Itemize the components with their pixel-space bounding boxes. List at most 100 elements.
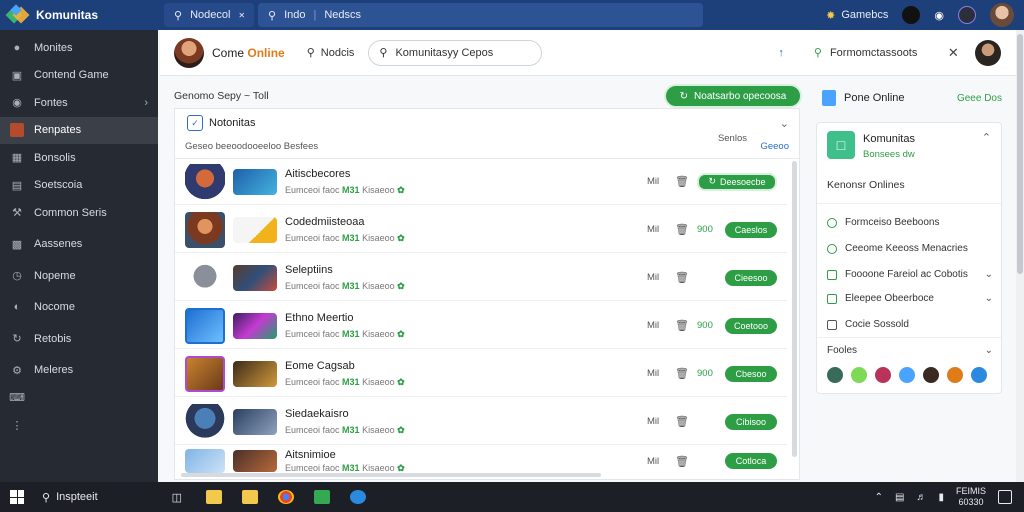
join-button[interactable]: Caeslos: [725, 221, 777, 238]
community-avatar[interactable]: [174, 37, 204, 68]
nodcis-link[interactable]: ⚲ Nodcis: [307, 46, 355, 60]
sidebar-apps[interactable]: ⋮: [0, 412, 158, 440]
clock[interactable]: FEIMIS 60330: [956, 486, 986, 508]
option-item[interactable]: Ceeome Keeoss Menacries: [827, 243, 993, 254]
new-post-button[interactable]: ↻ Noatsarbo opecoosa: [664, 84, 802, 108]
character-image: [185, 449, 225, 473]
chevron-up-icon[interactable]: ⌃: [875, 492, 883, 503]
close-icon[interactable]: ✕: [948, 45, 959, 61]
character-image: [185, 259, 225, 296]
avatar[interactable]: [851, 367, 867, 383]
sort-value[interactable]: Geeoo: [760, 141, 789, 152]
edit-button[interactable]: Mil: [647, 272, 675, 283]
edge-icon[interactable]: [350, 490, 367, 504]
notification-icon[interactable]: ◉: [934, 9, 944, 22]
join-button[interactable]: Cieesoo: [725, 269, 777, 286]
game-icon[interactable]: [902, 6, 921, 24]
brand[interactable]: Komunitas: [0, 0, 160, 30]
sidebar-item-common-seris[interactable]: ⚒ Common Seris: [0, 199, 158, 227]
join-button[interactable]: Coetooo: [725, 317, 777, 334]
list-scrollbar[interactable]: [792, 161, 797, 457]
taskbar: ⚲ Inspteeit ◫ ⌃ ▤ ♬ ▮ FEIMIS 60330: [0, 482, 1024, 512]
list-item[interactable]: Eome Cagsab Eumceoi faoc M31 Kisaeoo ✿ Mi…: [175, 351, 787, 397]
avatar[interactable]: [899, 367, 915, 383]
trash-icon[interactable]: 🗑: [675, 415, 697, 428]
list-item[interactable]: Seleptiins Eumceoi faoc M31 Kisaeoo ✿ Mil…: [175, 255, 787, 301]
avatar[interactable]: [947, 367, 963, 383]
list-item[interactable]: Aitiscbecores Eumceoi faoc M31 Kisaeoo ✿ …: [175, 159, 787, 205]
task-view-icon[interactable]: ◫: [172, 491, 182, 504]
filter-label[interactable]: Genomo Sepy ~ Toll: [174, 90, 269, 102]
folder-icon[interactable]: [242, 490, 259, 504]
option-item[interactable]: Cocie Sossold: [827, 319, 993, 330]
volume-icon[interactable]: ♬: [916, 492, 926, 503]
join-button[interactable]: Cibisoo: [725, 413, 777, 430]
option-item[interactable]: Eleepee Obeerboce ⌄: [827, 293, 993, 304]
sidebar-item-renpates[interactable]: Renpates: [0, 116, 158, 144]
taskbar-search[interactable]: ⚲ Inspteeit: [42, 491, 98, 504]
list-item[interactable]: Siedaekaisro Eumceoi faoc M31 Kisaeoo ✿ M…: [175, 399, 787, 445]
app-icon[interactable]: [314, 490, 331, 504]
chevron-up-icon[interactable]: ⌃: [982, 131, 991, 144]
sidebar-item-contend-game[interactable]: ▣ Contend Game: [0, 62, 158, 90]
edit-button[interactable]: Mil: [647, 320, 675, 331]
avatar[interactable]: [923, 367, 939, 383]
top-search-left[interactable]: ⚲ Nodecol ✕: [164, 3, 254, 27]
profile-avatar[interactable]: [974, 39, 1001, 66]
top-search-input[interactable]: Nedscs: [324, 9, 361, 21]
pin-icon[interactable]: ↑: [778, 47, 784, 59]
games-link[interactable]: ✸ Gamebcs: [826, 9, 888, 22]
close-icon[interactable]: ✕: [238, 11, 245, 20]
right-search[interactable]: ⚲ Formomctassoots: [814, 46, 944, 60]
see-all-link[interactable]: Geee Dos: [957, 93, 1002, 104]
trash-icon[interactable]: 🗑: [675, 319, 697, 332]
avatar[interactable]: [971, 367, 987, 383]
list-item[interactable]: Ethno Meertio Eumceoi faoc M31 Kisaeoo ✿ …: [175, 303, 787, 349]
star-icon[interactable]: [958, 6, 976, 24]
sidebar-item-soetscoia[interactable]: ▤ Soetscoia: [0, 172, 158, 200]
sidebar-item-retobis[interactable]: ↻ Retobis: [0, 325, 158, 353]
file-explorer-icon[interactable]: [206, 490, 223, 504]
windows-start-icon[interactable]: [10, 490, 24, 504]
trash-icon[interactable]: 🗑: [675, 223, 697, 236]
avatar[interactable]: [827, 367, 843, 383]
sidebar-item-meleres[interactable]: ⚙ Meleres: [0, 357, 158, 385]
join-button[interactable]: Cbesoo: [725, 365, 777, 382]
option-item[interactable]: Foooone Fareiol ac Cobotis ⌄: [827, 269, 993, 280]
avatar[interactable]: [875, 367, 891, 383]
battery-icon[interactable]: ▮: [938, 492, 944, 503]
horizontal-scrollbar[interactable]: [181, 473, 601, 477]
network-icon[interactable]: ▤: [895, 492, 904, 503]
user-avatar[interactable]: [990, 3, 1014, 27]
sidebar-item-fontes[interactable]: ◉ Fontes ›: [0, 89, 158, 117]
sidebar-item-aassenes[interactable]: ▩ Aassenes: [0, 231, 158, 259]
games-dropdown[interactable]: Fooles ⌄: [827, 345, 993, 356]
sidebar-item-nopeme[interactable]: ◷ Nopeme: [0, 262, 158, 290]
notification-center-icon[interactable]: [998, 490, 1012, 504]
sort-label[interactable]: Senlos: [718, 133, 747, 144]
window-scrollbar[interactable]: [1016, 30, 1024, 482]
option-item[interactable]: Formceiso Beeboons: [827, 217, 993, 228]
chevron-down-icon[interactable]: ⌄: [780, 117, 789, 130]
edit-button[interactable]: Mil: [647, 176, 675, 187]
edit-button[interactable]: Mil: [647, 368, 675, 379]
chrome-icon[interactable]: [278, 490, 295, 504]
list-item[interactable]: Aitsnimioe Eumceoi faoc M31 Kisaeoo ✿ Mil…: [175, 447, 787, 475]
join-button[interactable]: ↻ Deesoecbe: [697, 172, 777, 191]
trash-icon[interactable]: 🗑: [675, 271, 697, 284]
edit-button[interactable]: Mil: [647, 456, 675, 467]
taskbar-apps: [206, 490, 367, 504]
edit-button[interactable]: Mil: [647, 416, 675, 427]
community-search-input[interactable]: ⚲ Komunitasyy Cepos: [368, 39, 543, 66]
edit-button[interactable]: Mil: [647, 224, 675, 235]
sidebar-item-nocome[interactable]: ◐ Nocome: [0, 294, 158, 322]
trash-icon[interactable]: 🗑: [675, 175, 697, 188]
sidebar-item-bonsolis[interactable]: ▦ Bonsolis: [0, 144, 158, 172]
list-item[interactable]: Codedmiisteoaa Eumceoi faoc M31 Kisaeoo ✿…: [175, 207, 787, 253]
top-search-main[interactable]: ⚲ Indo | Nedscs: [258, 3, 703, 27]
sidebar-more[interactable]: ⌨: [0, 384, 158, 412]
trash-icon[interactable]: 🗑: [675, 367, 697, 380]
sidebar-item-monites[interactable]: ● Monites: [0, 34, 158, 62]
join-button[interactable]: Cotloca: [725, 453, 777, 469]
trash-icon[interactable]: 🗑: [675, 455, 697, 468]
